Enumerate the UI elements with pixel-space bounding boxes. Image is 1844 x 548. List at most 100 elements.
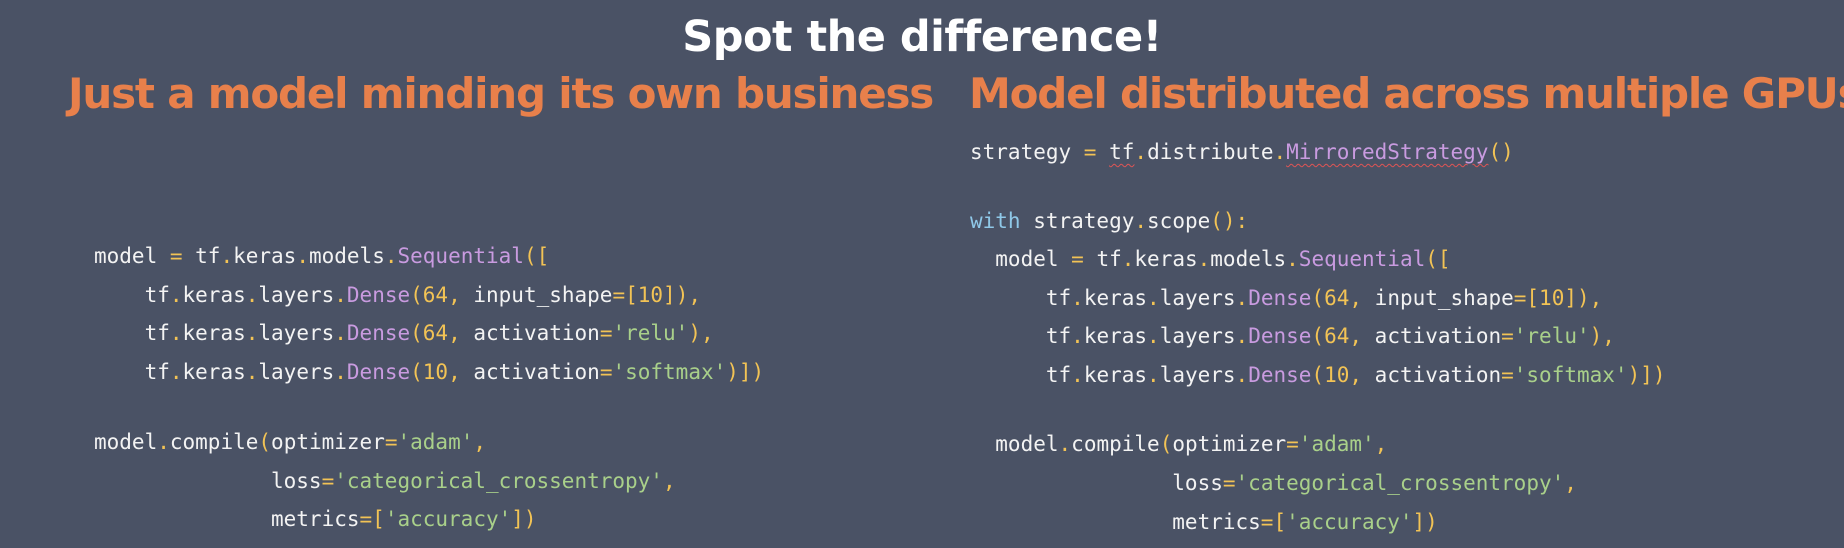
- code-token: =: [384, 430, 398, 454]
- code-token: (: [410, 360, 423, 384]
- code-token: .: [169, 321, 183, 345]
- code-line: loss='categorical_crossentropy',: [970, 468, 1577, 498]
- code-token: =[: [612, 283, 638, 307]
- code-token: .: [1273, 140, 1287, 164]
- code-token: =: [1501, 324, 1514, 348]
- code-token: model: [94, 244, 170, 268]
- code-token: .: [1134, 140, 1148, 164]
- code-token: =: [1083, 140, 1097, 164]
- code-token: 64: [422, 283, 449, 307]
- code-token: loss: [94, 469, 322, 493]
- code-token: ():: [1210, 209, 1249, 233]
- code-token: ,: [448, 283, 461, 307]
- code-token: .: [1071, 363, 1084, 387]
- code-token: loss: [970, 471, 1223, 495]
- code-token: distribute: [1147, 140, 1274, 164]
- code-token: =[: [359, 507, 385, 531]
- code-token: keras: [1083, 286, 1148, 310]
- code-token: .: [220, 244, 234, 268]
- code-token: Sequential: [1298, 247, 1426, 271]
- code-token: ,: [448, 321, 461, 345]
- code-token: keras: [182, 283, 246, 307]
- code-line: tf.keras.layers.Dense(10, activation='so…: [970, 360, 1666, 390]
- code-token: activation: [1362, 363, 1502, 387]
- code-token: .: [334, 283, 347, 307]
- code-token: 10: [637, 283, 664, 307]
- code-token: (): [1488, 140, 1514, 164]
- code-token: tf: [1083, 247, 1122, 271]
- code-token: Dense: [1248, 286, 1312, 310]
- code-token: ,: [448, 360, 461, 384]
- code-token: 64: [1324, 286, 1350, 310]
- code-token: =: [1286, 432, 1299, 456]
- code-token: Dense: [1248, 324, 1312, 348]
- code-line: tf.keras.layers.Dense(64, input_shape=[1…: [970, 283, 1602, 313]
- code-token: ,: [1374, 432, 1388, 456]
- code-token: 'softmax': [612, 360, 727, 384]
- code-token: keras: [1134, 247, 1198, 271]
- code-token: ([: [1425, 247, 1451, 271]
- code-token: 10: [1324, 363, 1350, 387]
- code-token: strategy: [1020, 209, 1135, 233]
- code-token: ([: [523, 244, 550, 268]
- code-line: tf.keras.layers.Dense(64, activation='re…: [970, 321, 1615, 351]
- code-token: .: [1197, 247, 1211, 271]
- code-token: .: [1071, 324, 1084, 348]
- code-token: .: [334, 360, 347, 384]
- code-token: )]): [1627, 363, 1666, 387]
- code-token: 'categorical_crossentropy': [1235, 471, 1565, 495]
- code-token: models: [308, 244, 385, 268]
- code-token: keras: [1083, 324, 1148, 348]
- code-token: ,: [662, 469, 676, 493]
- code-token: .: [245, 321, 259, 345]
- code-token: keras: [182, 321, 246, 345]
- code-token: activation: [460, 360, 600, 384]
- code-token: .: [1071, 286, 1084, 310]
- code-token: =: [1071, 247, 1084, 271]
- code-token: ]): [511, 507, 537, 531]
- code-token: ]),: [1564, 286, 1603, 310]
- code-token: tf: [1109, 140, 1135, 164]
- code-token: layers: [1159, 324, 1236, 348]
- code-token: .: [169, 360, 183, 384]
- code-token: =: [599, 321, 613, 345]
- code-line: strategy = tf.distribute.MirroredStrateg…: [970, 137, 1514, 167]
- code-token: layers: [1159, 286, 1236, 310]
- code-token: ,: [1349, 363, 1363, 387]
- code-token: .: [1235, 324, 1249, 348]
- code-line: with strategy.scope():: [970, 206, 1248, 236]
- code-token: compile: [169, 430, 259, 454]
- code-token: Dense: [1248, 363, 1312, 387]
- code-token: .: [1147, 363, 1160, 387]
- code-token: .: [1235, 286, 1249, 310]
- code-token: model: [970, 432, 1059, 456]
- code-token: 'relu': [612, 321, 689, 345]
- code-token: optimizer: [1172, 432, 1287, 456]
- code-token: .: [296, 244, 309, 268]
- code-token: .: [1147, 324, 1160, 348]
- code-token: Dense: [346, 360, 411, 384]
- code-token: metrics: [94, 507, 360, 531]
- left-code-block: model = tf.keras.models.Sequential([ tf.…: [94, 0, 764, 531]
- code-token: ),: [688, 321, 714, 345]
- code-token: )]): [726, 360, 765, 384]
- code-token: 'accuracy': [1286, 510, 1413, 534]
- code-token: activation: [460, 321, 600, 345]
- code-token: =: [321, 469, 335, 493]
- code-token: keras: [182, 360, 246, 384]
- code-token: (: [410, 321, 423, 345]
- code-token: optimizer: [271, 430, 385, 454]
- code-token: MirroredStrategy: [1286, 140, 1489, 164]
- code-token: =: [599, 360, 613, 384]
- code-token: (: [410, 283, 423, 307]
- right-heading: Model distributed across multiple GPUs: [969, 69, 1844, 118]
- code-token: =[: [1260, 510, 1287, 534]
- code-token: Sequential: [397, 244, 524, 268]
- code-token: =: [169, 244, 183, 268]
- code-token: strategy: [970, 140, 1084, 164]
- code-line: tf.keras.layers.Dense(10, activation='so…: [94, 357, 765, 387]
- code-line: tf.keras.layers.Dense(64, input_shape=[1…: [94, 280, 701, 310]
- code-line: loss='categorical_crossentropy',: [94, 466, 676, 496]
- code-line: model.compile(optimizer='adam',: [94, 427, 486, 457]
